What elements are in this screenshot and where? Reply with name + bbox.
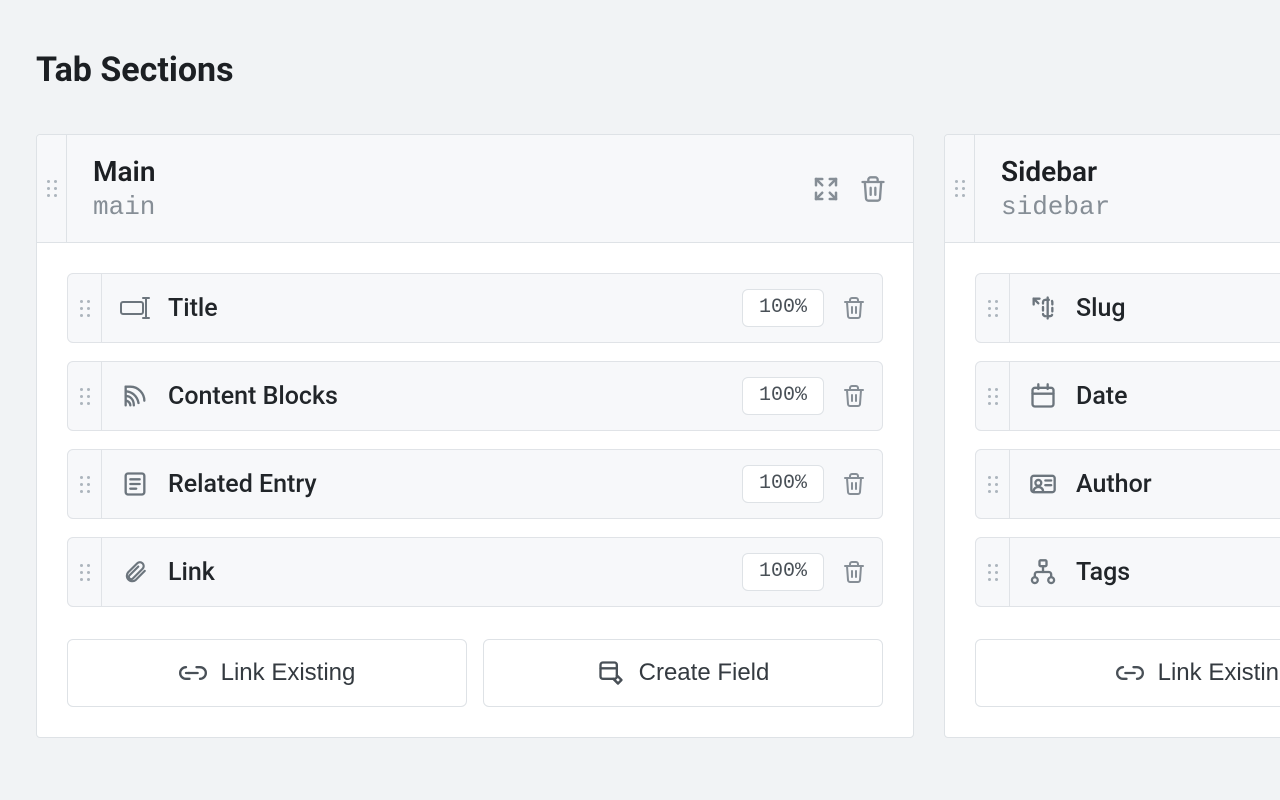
delete-section-button[interactable] [859, 175, 887, 203]
expand-icon [811, 174, 841, 204]
field-row[interactable]: Title 100% [67, 273, 883, 343]
drag-handle[interactable] [68, 538, 102, 606]
section-header-sidebar: Sidebar sidebar [945, 135, 1280, 243]
section-card-sidebar: Sidebar sidebar Slug [944, 134, 1280, 738]
field-width-button[interactable]: 100% [742, 553, 824, 591]
field-label: Slug [1076, 294, 1126, 323]
field-row[interactable]: Author [975, 449, 1280, 519]
drag-icon [988, 300, 998, 317]
drag-handle[interactable] [945, 135, 975, 242]
drag-icon [80, 300, 90, 317]
drag-icon [988, 388, 998, 405]
create-field-button[interactable]: Create Field [483, 639, 883, 707]
field-width-button[interactable]: 100% [742, 377, 824, 415]
drag-handle[interactable] [68, 274, 102, 342]
entry-icon [120, 470, 150, 498]
create-field-icon [597, 659, 625, 687]
trash-icon [859, 175, 887, 203]
delete-field-button[interactable] [842, 560, 866, 584]
section-handle: sidebar [1001, 192, 1110, 222]
field-label: Related Entry [168, 470, 317, 499]
link-icon [179, 663, 207, 683]
delete-field-button[interactable] [842, 296, 866, 320]
field-label: Title [168, 294, 218, 323]
button-label: Create Field [639, 659, 770, 687]
delete-field-button[interactable] [842, 472, 866, 496]
section-handle: main [93, 192, 155, 222]
section-header-main: Main main [37, 135, 913, 243]
field-row[interactable]: Tags [975, 537, 1280, 607]
fields-list-sidebar: Slug Date [945, 243, 1280, 619]
replicator-icon [120, 382, 150, 410]
drag-icon [988, 564, 998, 581]
trash-icon [842, 560, 866, 584]
field-width-button[interactable]: 100% [742, 289, 824, 327]
link-existing-button[interactable]: Link Existing [975, 639, 1280, 707]
field-width-button[interactable]: 100% [742, 465, 824, 503]
clip-icon [120, 558, 150, 586]
field-row[interactable]: Link 100% [67, 537, 883, 607]
link-existing-button[interactable]: Link Existing [67, 639, 467, 707]
drag-icon [47, 180, 57, 197]
fields-list-main: Title 100% [37, 243, 913, 619]
button-label: Link Existing [221, 659, 356, 687]
section-title: Sidebar [1001, 155, 1110, 188]
sections-row: Main main [36, 134, 1280, 738]
expand-button[interactable] [811, 174, 841, 204]
drag-icon [80, 476, 90, 493]
drag-handle[interactable] [976, 274, 1010, 342]
text-field-icon [120, 295, 150, 321]
drag-icon [80, 564, 90, 581]
drag-handle[interactable] [68, 450, 102, 518]
section-actions: Link Existing [945, 619, 1280, 737]
field-row[interactable]: Related Entry 100% [67, 449, 883, 519]
drag-handle[interactable] [976, 362, 1010, 430]
drag-handle[interactable] [976, 450, 1010, 518]
trash-icon [842, 384, 866, 408]
field-row[interactable]: Slug [975, 273, 1280, 343]
drag-icon [988, 476, 998, 493]
structure-icon [1028, 558, 1058, 586]
field-label: Author [1076, 470, 1152, 499]
button-label: Link Existing [1158, 659, 1280, 687]
drag-icon [955, 180, 965, 197]
trash-icon [842, 472, 866, 496]
drag-handle[interactable] [68, 362, 102, 430]
field-label: Link [168, 558, 215, 587]
link-icon [1116, 663, 1144, 683]
delete-field-button[interactable] [842, 384, 866, 408]
drag-handle[interactable] [976, 538, 1010, 606]
trash-icon [842, 296, 866, 320]
field-row[interactable]: Content Blocks 100% [67, 361, 883, 431]
drag-icon [80, 388, 90, 405]
field-label: Tags [1076, 558, 1130, 587]
page-title: Tab Sections [36, 50, 1280, 90]
calendar-icon [1028, 382, 1058, 410]
section-card-main: Main main [36, 134, 914, 738]
section-actions: Link Existing Create Field [37, 619, 913, 737]
field-row[interactable]: Date [975, 361, 1280, 431]
field-label: Content Blocks [168, 382, 338, 411]
drag-handle[interactable] [37, 135, 67, 242]
slug-icon [1028, 294, 1058, 322]
user-card-icon [1028, 470, 1058, 498]
field-label: Date [1076, 382, 1128, 411]
section-title: Main [93, 155, 155, 188]
